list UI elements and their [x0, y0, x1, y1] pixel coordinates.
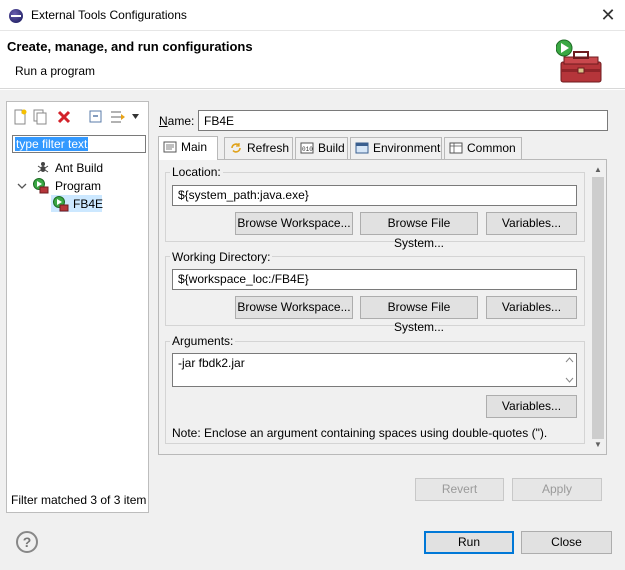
program-config-icon [53, 196, 69, 212]
wd-variables-button[interactable]: Variables... [486, 296, 577, 319]
scroll-up-arrow-icon[interactable]: ▲ [591, 163, 605, 177]
scroll-down-arrow-icon[interactable]: ▼ [591, 438, 605, 452]
scroll-up-icon[interactable] [565, 356, 574, 363]
chevron-down-icon[interactable] [17, 181, 27, 191]
header-subtitle: Run a program [15, 64, 96, 78]
main-tab-icon [163, 141, 177, 153]
delete-icon[interactable] [56, 109, 72, 125]
view-menu-icon[interactable] [131, 112, 140, 121]
tree-item-fb4e[interactable]: FB4E [73, 197, 103, 211]
location-browse-workspace-button[interactable]: Browse Workspace... [235, 212, 353, 235]
close-window-icon[interactable]: ✕ [596, 3, 620, 27]
program-run-icon [33, 178, 49, 194]
scrollbar-thumb[interactable] [592, 177, 604, 439]
tab-refresh-label: Refresh [247, 141, 290, 155]
header-title: Create, manage, and run configurations [7, 39, 253, 54]
refresh-icon [231, 143, 241, 153]
wd-browse-workspace-button[interactable]: Browse Workspace... [235, 296, 353, 319]
dialog-header: Create, manage, and run configurations R… [0, 31, 625, 89]
svg-text:010: 010 [302, 146, 313, 153]
location-browse-file-system-button[interactable]: Browse File System... [360, 212, 478, 250]
tab-main-label: Main [181, 140, 208, 154]
tab-environment-label: Environment [373, 141, 441, 155]
scroll-down-icon[interactable] [565, 377, 574, 384]
tab-vertical-scrollbar[interactable]: ▲ ▼ [591, 163, 605, 452]
title-bar: External Tools Configurations ✕ [0, 0, 625, 31]
location-label: Location: [170, 165, 223, 179]
filter-status: Filter matched 3 of 3 item [11, 493, 147, 507]
close-button[interactable]: Close [521, 531, 612, 554]
tab-environment[interactable]: Environment [350, 137, 442, 159]
tab-common[interactable]: Common [444, 137, 522, 159]
window-title: External Tools Configurations [31, 8, 187, 22]
filter-icon[interactable] [110, 109, 126, 125]
wd-browse-file-system-button[interactable]: Browse File System... [360, 296, 478, 334]
arguments-label: Arguments: [170, 334, 236, 348]
run-button[interactable]: Run [424, 531, 514, 554]
help-icon[interactable]: ? [16, 531, 38, 553]
arguments-note: Note: Enclose an argument containing spa… [172, 426, 548, 440]
eclipse-app-icon [9, 9, 23, 23]
tree-item-program[interactable]: Program [55, 179, 101, 193]
filter-placeholder: type filter text [15, 137, 89, 151]
collapse-all-icon[interactable] [88, 109, 104, 125]
tab-refresh[interactable]: Refresh [224, 137, 293, 159]
duplicate-icon[interactable] [32, 109, 48, 125]
revert-button[interactable]: Revert [415, 478, 504, 501]
tab-main[interactable]: Main [158, 136, 218, 160]
tab-common-label: Common [467, 141, 516, 155]
environment-icon [355, 142, 369, 154]
arguments-value: -jar fbdk2.jar [178, 356, 245, 370]
tab-build-label: Build [318, 141, 345, 155]
filter-input[interactable]: type filter text [12, 135, 146, 153]
working-directory-field[interactable]: ${workspace_loc:/FB4E} [172, 269, 577, 290]
name-label: Name: [159, 114, 195, 128]
build-icon: 010 [300, 142, 314, 154]
ant-build-icon [37, 162, 49, 173]
tree-item-ant-build[interactable]: Ant Build [55, 161, 103, 175]
apply-button[interactable]: Apply [512, 478, 602, 501]
toolbox-run-icon [556, 39, 602, 83]
tab-build[interactable]: 010 Build [295, 137, 348, 159]
common-icon [449, 142, 463, 154]
arguments-variables-button[interactable]: Variables... [486, 395, 577, 418]
arguments-field[interactable]: -jar fbdk2.jar [172, 353, 577, 387]
working-directory-label: Working Directory: [170, 250, 273, 264]
location-variables-button[interactable]: Variables... [486, 212, 577, 235]
name-field[interactable] [198, 110, 608, 131]
new-configuration-icon[interactable] [12, 109, 28, 125]
location-field[interactable]: ${system_path:java.exe} [172, 185, 577, 206]
